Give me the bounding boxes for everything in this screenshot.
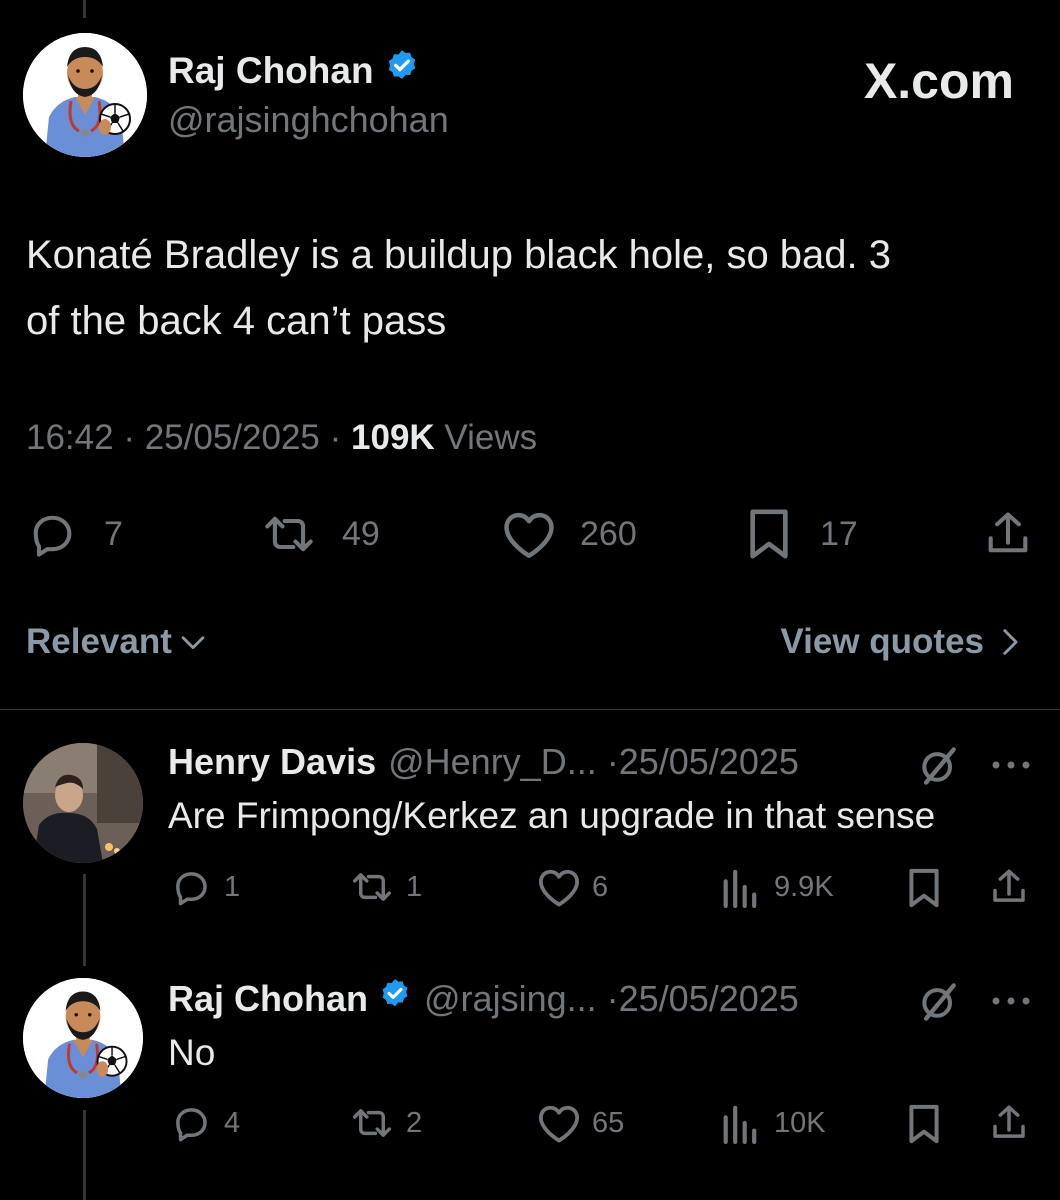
tweet-time[interactable]: 16:42 [26, 418, 114, 457]
doctor-avatar-illustration [23, 33, 147, 157]
reply-2-bookmark-button[interactable] [906, 1102, 942, 1146]
reply-2-views-count: 10K [774, 1106, 826, 1139]
repost-count: 49 [342, 514, 380, 553]
reply-1-text: Are Frimpong/Kerkez an upgrade in that s… [168, 795, 936, 836]
bookmark-button[interactable]: 17 [744, 506, 858, 562]
repost-button[interactable]: 49 [256, 508, 380, 560]
reply-1-like-button[interactable]: 6 [536, 866, 608, 908]
like-button[interactable]: 260 [500, 508, 637, 560]
x-logo-text: X.com [863, 53, 1014, 109]
chevron-right-icon [1003, 629, 1018, 655]
repost-icon [352, 1109, 392, 1137]
person-photo-avatar [23, 743, 143, 863]
reply-2-repost-button[interactable]: 2 [346, 1102, 422, 1144]
reply-1-repost-count: 1 [406, 870, 423, 903]
reply-icon [33, 515, 72, 557]
heart-icon [504, 512, 554, 558]
reply-1-bookmark-button[interactable] [906, 866, 942, 910]
reply-2-author-handle[interactable]: @rajsing... [424, 978, 597, 1020]
tweet-text-line-2: of the back 4 can’t pass [26, 299, 447, 343]
reply-1-share-button[interactable] [988, 866, 1030, 908]
tweet-date[interactable]: 25/05/2025 [145, 418, 320, 457]
share-icon [988, 512, 1028, 553]
author-handle[interactable]: @rajsinghchohan [168, 99, 449, 141]
bookmark-icon [750, 509, 788, 559]
author-avatar[interactable] [23, 33, 147, 157]
x-com-watermark: X.com [864, 52, 1014, 110]
tweet-text-line-1: Konaté Bradley is a buildup black hole, … [26, 233, 892, 277]
reply-2-date[interactable]: 25/05/2025 [619, 978, 799, 1020]
reply-1-like-count: 6 [592, 870, 609, 903]
reply-1-avatar[interactable] [23, 743, 143, 863]
reply-button[interactable]: 7 [26, 508, 123, 560]
reply-1-reply-count: 1 [224, 870, 241, 903]
share-button[interactable] [982, 508, 1034, 560]
tweet-text: Konaté Bradley is a buildup black hole, … [26, 222, 1036, 354]
views-bar-chart-icon [723, 1105, 757, 1144]
author-name[interactable]: Raj Chohan [168, 50, 374, 92]
reply-icon [176, 872, 207, 906]
reply-1-author-handle[interactable]: @Henry_D... [388, 741, 597, 783]
chevron-down-icon [181, 636, 205, 650]
share-icon [993, 1105, 1025, 1138]
reply-1-header: Henry Davis @Henry_D... · 25/05/2025 [168, 741, 799, 783]
reply-2-reply-count: 4 [224, 1106, 241, 1139]
bookmark-icon [909, 868, 939, 908]
reply-1-grok-icon[interactable] [916, 744, 962, 793]
meta-separator: · [123, 418, 145, 457]
reply-count: 7 [104, 514, 123, 553]
reply-2-repost-count: 2 [406, 1106, 423, 1139]
bookmark-icon [909, 1104, 939, 1144]
view-quotes-link[interactable]: View quotes [780, 622, 1026, 662]
tweet-meta: 16:42 · 25/05/2025 · 109K Views [26, 418, 537, 458]
reply-1-author-name[interactable]: Henry Davis [168, 741, 376, 783]
heart-icon [538, 1105, 580, 1143]
author-name-row[interactable]: Raj Chohan [168, 48, 420, 93]
reply-1-repost-button[interactable]: 1 [346, 866, 422, 908]
reply-2-text: No [168, 1032, 216, 1073]
reply-2-author-name[interactable]: Raj Chohan [168, 978, 368, 1020]
thread-line-reply-2 [83, 1110, 86, 1200]
reply-2-avatar[interactable] [23, 978, 143, 1098]
date-separator: · [596, 741, 619, 782]
doctor-avatar-illustration [23, 978, 143, 1098]
section-divider [0, 709, 1060, 710]
reply-1-reply-button[interactable]: 1 [170, 866, 240, 908]
verified-badge-icon [378, 977, 412, 1020]
reply-1-date[interactable]: 25/05/2025 [619, 741, 799, 783]
reply-1-more-icon[interactable] [990, 758, 1032, 777]
views-count: 109K [351, 418, 435, 457]
views-bar-chart-icon [723, 869, 757, 908]
verified-badge-icon [384, 48, 420, 93]
meta-separator: · [329, 418, 352, 457]
date-separator: · [596, 977, 619, 1019]
like-count: 260 [580, 514, 637, 553]
reply-2-like-count: 65 [592, 1106, 625, 1139]
reply-2-reply-button[interactable]: 4 [170, 1102, 240, 1144]
view-quotes-label: View quotes [780, 622, 984, 661]
reply-icon [176, 1108, 207, 1142]
heart-icon [538, 869, 580, 907]
repost-icon [265, 516, 313, 552]
thread-line-top [83, 0, 86, 18]
reply-2-like-button[interactable]: 65 [536, 1102, 624, 1144]
repost-icon [352, 873, 392, 901]
reply-1-views-button[interactable]: 9.9K [720, 866, 834, 908]
reply-1-views-count: 9.9K [774, 870, 834, 903]
reply-2-share-button[interactable] [988, 1102, 1030, 1144]
share-icon [993, 869, 1025, 902]
bookmark-count: 17 [820, 514, 858, 553]
reply-2-header: Raj Chohan @rajsing... · 25/05/2025 [168, 977, 799, 1020]
views-label: Views [444, 418, 538, 457]
reply-2-views-button[interactable]: 10K [720, 1102, 826, 1144]
thread-line-reply-1 [83, 874, 86, 966]
reply-2-more-icon[interactable] [990, 994, 1032, 1013]
sort-relevant-label: Relevant [26, 622, 172, 661]
reply-2-grok-icon[interactable] [916, 980, 962, 1029]
sort-relevant-dropdown[interactable]: Relevant [26, 622, 210, 662]
